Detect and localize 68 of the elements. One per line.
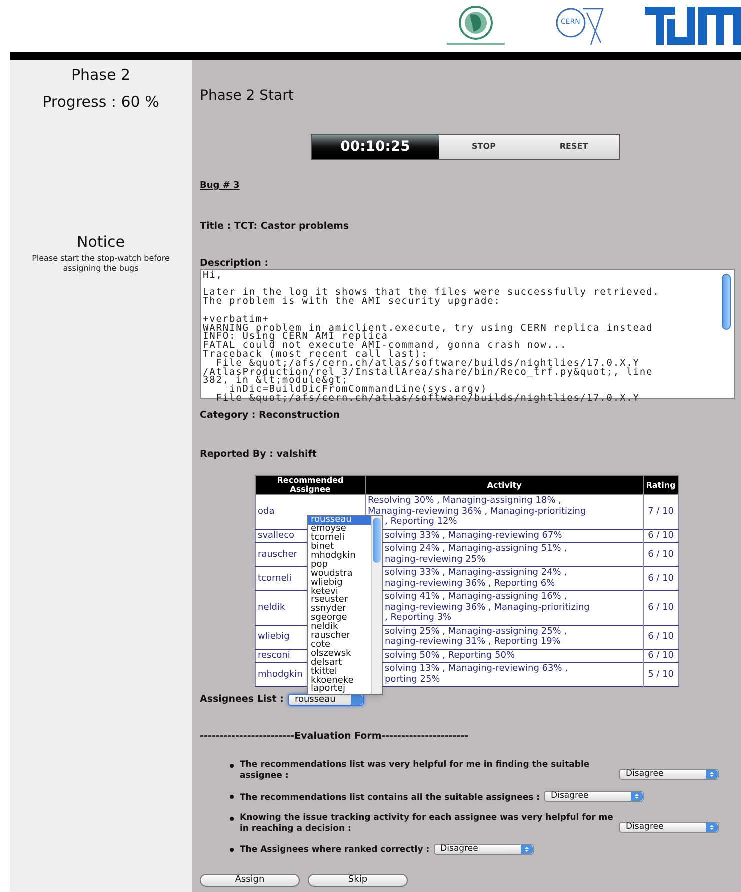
table-cell: 6 / 10	[644, 649, 678, 663]
activity-line: solving 33% , Managing-assigning 24% ,	[385, 568, 568, 579]
answer-dropdown[interactable]: Disagree	[544, 790, 644, 802]
activity-line: solving 33% , Managing-reviewing 67%	[385, 530, 562, 542]
activity-line: porting 25%	[385, 674, 440, 686]
column-header: Rating	[644, 476, 678, 495]
bullet-icon	[230, 794, 234, 799]
assign-button[interactable]: Assign	[200, 874, 300, 888]
dropdown-option[interactable]: laportej	[308, 685, 371, 694]
bug-title: Title : TCT: Castor problems	[200, 220, 350, 234]
stepper-icon	[350, 695, 363, 706]
question-text: Knowing the issue tracking activity for each assignee was very helpful for me in reaching a decision :	[240, 812, 614, 835]
stopwatch-button[interactable]: STOP	[439, 135, 529, 159]
question-text: The Assignees where ranked correctly :	[240, 845, 430, 856]
answer-dropdown[interactable]: Disagree	[619, 768, 719, 780]
table-cell: 6 / 10	[644, 625, 678, 650]
bug-reporter: Reported By : valshift	[200, 448, 318, 462]
bullet-icon	[230, 764, 234, 768]
table-cell: 6 / 10	[644, 529, 678, 543]
stepper-icon	[706, 822, 718, 832]
activity-line: solving 50% , Reporting 50%	[385, 650, 516, 662]
description-field[interactable]: Hi, Later in the log it shows that the files were successfully retrieved. The problem is with the AMI security upgrade: +verbatim+ WARNING problem in amiclient.execute, try using CERN replica instead INFO: Using CERN AMI replica FATAL could not execute AMI-command, gonna crash now... Traceback (most recent call last): File &quot;/afs/cern.ch/atlas/software/builds/nightlies/17.0.X.Y /AtlasProduction/rel_3/InstallArea/share/bin/Reco_trf.py&quot;, line 382, in &lt;module&gt; inDic=BuildDicFromCommandLine(sys.argv) File &quot;/afs/cern.ch/atlas/software/builds/nightlies/17.0.X.Y	[203, 272, 660, 404]
activity-line: solving 13% , Managing-reviewing 63% ,	[385, 664, 568, 675]
table-cell: 6 / 10	[644, 566, 678, 591]
progress-label: Progress : 60 %	[42, 92, 160, 112]
question-text: The recommendations list was very helpful for me in finding the suitable assignee :	[240, 760, 591, 782]
activity-line: naging-reviewing 36% , Managing-prioritizing	[385, 602, 590, 613]
answer-dropdown[interactable]: Disagree	[619, 822, 719, 833]
scrollbar-thumb[interactable]	[722, 274, 731, 330]
stepper-icon	[706, 770, 718, 779]
stepper-icon	[520, 844, 533, 854]
activity-line: Resolving 30% , Managing-assigning 18% ,	[368, 496, 562, 507]
table-cell: 5 / 10	[644, 662, 678, 687]
table-cell: 6 / 10	[644, 542, 678, 567]
table-cell: 7 / 10	[644, 494, 678, 530]
stepper-icon	[631, 792, 644, 801]
bullet-icon	[230, 816, 234, 821]
description-label: Description :	[200, 258, 270, 269]
assignees-dropdown[interactable]: rousseau	[288, 694, 364, 706]
activity-line: naging-reviewing 25%	[385, 554, 486, 566]
bug-number: Bug # 3	[200, 180, 241, 193]
phase-label: Phase 2	[71, 65, 131, 86]
scrollbar-thumb[interactable]	[373, 518, 381, 564]
activity-line: , Reporting 3%	[385, 613, 452, 624]
activity-line: solving 41% , Managing-assigning 16% ,	[385, 592, 568, 603]
skip-button[interactable]: Skip	[308, 874, 408, 888]
activity-line: solving 24% , Managing-assigning 51% ,	[385, 544, 568, 555]
time-display: 00:10:25	[312, 135, 439, 159]
activity-line: , Reporting 12%	[385, 517, 458, 528]
bullet-icon	[230, 848, 234, 852]
assignees-label: Assignees List :	[200, 693, 284, 708]
section-heading: ------------------------Evaluation Form----------------------	[200, 730, 470, 744]
page-heading: Phase 2 Start	[200, 87, 295, 106]
question-text: The recommendations list contains all the suitable assignees :	[240, 792, 540, 804]
dropdown-option[interactable]: rousseau	[308, 516, 371, 526]
bug-category: Category : Reconstruction	[200, 408, 342, 423]
notice-title: Notice	[77, 232, 125, 253]
column-header: Activity	[366, 476, 644, 495]
answer-dropdown[interactable]: Disagree	[434, 844, 534, 855]
activity-line: naging-reviewing 36% , Reporting 6%	[385, 578, 556, 590]
activity-line: Managing-reviewing 36% , Managing-prioritizing	[368, 506, 586, 517]
table-cell: 6 / 10	[644, 590, 678, 626]
column-header: Recommended Assignee	[256, 476, 366, 495]
activity-line: solving 25% , Managing-assigning 25% ,	[385, 626, 568, 637]
stopwatch-button[interactable]: RESET	[529, 135, 619, 159]
activity-line: naging-reviewing 31% , Reporting 19%	[385, 637, 561, 648]
notice-text: Please start the stop-watch before assigning the bugs	[31, 254, 171, 274]
tum-logo-icon	[645, 7, 741, 45]
